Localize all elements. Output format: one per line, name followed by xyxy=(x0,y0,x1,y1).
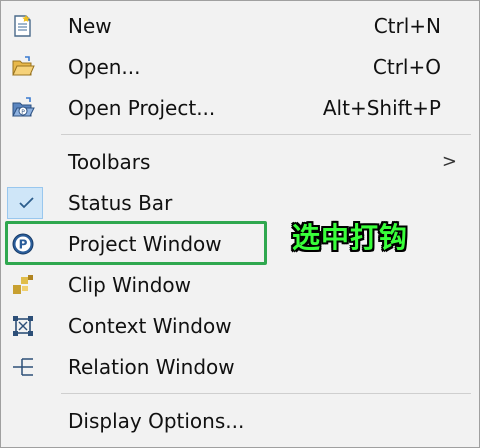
menu-item-label: Context Window xyxy=(68,314,232,338)
menu-item-shortcut: Alt+Shift+P xyxy=(322,96,441,120)
menu-item-shortcut: Ctrl+N xyxy=(373,14,441,38)
checkmark-icon xyxy=(15,191,39,215)
open-folder-icon xyxy=(11,55,35,79)
menu-item-new[interactable]: New Ctrl+N xyxy=(1,6,479,46)
menu-separator xyxy=(61,134,471,135)
open-project-icon: P xyxy=(11,96,35,120)
relation-tree-icon xyxy=(11,355,35,379)
submenu-arrow-icon: > xyxy=(441,151,457,172)
menu-separator xyxy=(61,393,471,394)
clip-window-icon xyxy=(11,273,35,297)
annotation-text: 选中打钩 xyxy=(292,221,409,254)
svg-text:P: P xyxy=(21,109,25,116)
menu-item-open[interactable]: Open... Ctrl+O xyxy=(1,47,479,87)
menu-item-clip-window[interactable]: Clip Window xyxy=(1,265,479,305)
menu-item-label: New xyxy=(68,14,112,38)
new-file-icon xyxy=(11,14,35,38)
menu-item-toolbars[interactable]: Toolbars > xyxy=(1,142,479,182)
context-window-icon xyxy=(11,314,35,338)
menu-item-label: Status Bar xyxy=(68,191,173,215)
menu-item-label: Relation Window xyxy=(68,355,235,379)
menu-item-context-window[interactable]: Context Window xyxy=(1,306,479,346)
annotation-highlight-box xyxy=(5,221,267,265)
menu-item-label: Clip Window xyxy=(68,273,191,297)
menu-item-label: Open Project... xyxy=(68,96,216,120)
menu-item-label: Open... xyxy=(68,55,141,79)
menu-item-label: Toolbars xyxy=(68,150,151,174)
menu-item-relation-window[interactable]: Relation Window xyxy=(1,347,479,387)
menu-item-open-project[interactable]: P Open Project... Alt+Shift+P xyxy=(1,88,479,128)
menu-item-shortcut: Ctrl+O xyxy=(372,55,441,79)
menu-item-display-options[interactable]: Display Options... xyxy=(1,401,479,441)
menu-item-label: Display Options... xyxy=(68,409,245,433)
